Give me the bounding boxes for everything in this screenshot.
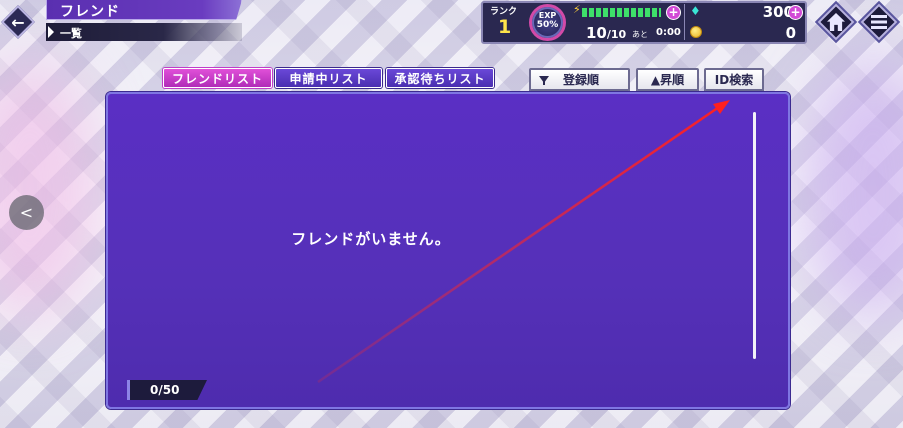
recover-time: 0:00 bbox=[656, 27, 681, 38]
stamina-bolt-icon: ⚡ bbox=[573, 3, 581, 16]
menu-button[interactable] bbox=[859, 2, 899, 42]
gem-add-icon[interactable]: + bbox=[788, 5, 803, 20]
friend-count: 0/50 bbox=[150, 383, 180, 397]
coin-count: 0 bbox=[785, 24, 796, 42]
list-scrollbar[interactable] bbox=[753, 112, 756, 359]
menu-list-icon bbox=[871, 15, 887, 29]
side-prev-button[interactable]: < bbox=[9, 195, 44, 230]
tab-pending-requests[interactable]: 申請中リスト bbox=[275, 68, 382, 88]
sort-order-label: 登録順 bbox=[563, 73, 600, 87]
page-title: フレンド bbox=[60, 4, 120, 20]
filter-icon bbox=[539, 76, 549, 85]
tab-awaiting-approval[interactable]: 承認待ちリスト bbox=[386, 68, 494, 88]
recover-label: あと bbox=[632, 30, 648, 39]
stamina-add-icon[interactable]: + bbox=[666, 5, 681, 20]
friend-list-panel bbox=[106, 92, 790, 409]
tab-friend-list[interactable]: フレンドリスト bbox=[163, 68, 272, 88]
exp-label: EXP bbox=[538, 11, 557, 20]
stamina-bar bbox=[582, 8, 661, 17]
stamina-max: /10 bbox=[606, 28, 627, 41]
stamina-current: 10 bbox=[586, 24, 607, 42]
empty-message: フレンドがいません。 bbox=[291, 230, 451, 248]
sort-order-button[interactable]: 登録順 bbox=[529, 68, 630, 91]
status-divider bbox=[684, 4, 685, 40]
sort-direction-button[interactable]: ▲昇順 bbox=[636, 68, 699, 91]
rank-value: 1 bbox=[498, 16, 512, 38]
gem-count: 300 bbox=[762, 3, 794, 21]
exp-value: 50% bbox=[536, 20, 559, 30]
home-button[interactable] bbox=[816, 2, 856, 42]
page-subtitle: 一覧 bbox=[60, 27, 82, 40]
subtitle-marker-icon bbox=[48, 26, 54, 38]
id-search-button[interactable]: ID検索 bbox=[704, 68, 764, 91]
back-button[interactable]: ← bbox=[0, 4, 36, 40]
stamina-readout: 10/10 bbox=[586, 24, 626, 42]
back-arrow-icon: ← bbox=[11, 12, 25, 32]
home-icon bbox=[827, 13, 845, 31]
